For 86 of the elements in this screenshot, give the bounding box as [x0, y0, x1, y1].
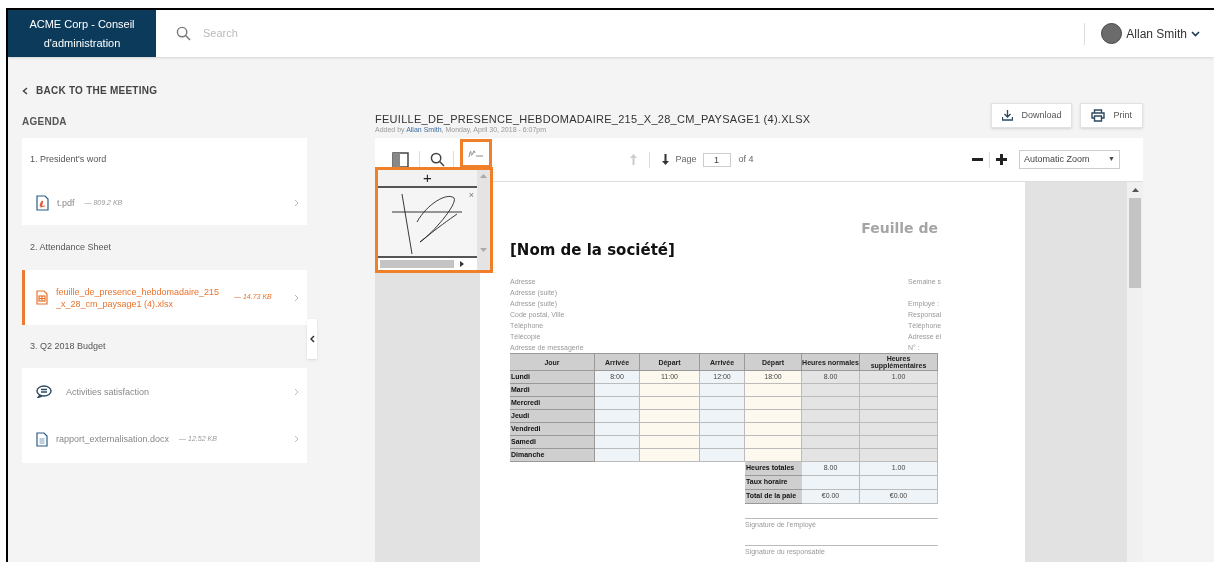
print-button[interactable]: Print: [1080, 103, 1143, 128]
table-cell: [802, 397, 860, 410]
document-title: FEUILLE_DE_PRESENCE_HEBDOMADAIRE_215_X_28_CM_PAYSAGE1 (4).XLSX: [375, 113, 811, 125]
file-name: rapport_externalisation.docx: [56, 433, 170, 445]
table-cell: [640, 423, 700, 436]
file-name: t.pdf: [57, 197, 75, 209]
chevron-right-icon: [294, 387, 299, 396]
file-name: Activities satisfaction: [66, 385, 150, 398]
zoom-out-icon[interactable]: [972, 158, 983, 161]
chevron-down-icon: [1191, 30, 1200, 37]
table-cell: [745, 436, 802, 449]
chevron-right-icon: [294, 199, 299, 207]
table-cell: [700, 384, 745, 397]
scroll-down-icon: [480, 248, 487, 252]
user-menu[interactable]: Allan Smith: [1101, 23, 1200, 44]
chevron-left-icon: [22, 86, 28, 95]
table-cell: [700, 410, 745, 423]
search-field[interactable]: Search: [203, 25, 403, 42]
table-cell: [745, 410, 802, 423]
table-cell: [700, 397, 745, 410]
table-cell: [595, 449, 640, 462]
chevron-right-icon: [294, 435, 299, 443]
table-cell: [595, 410, 640, 423]
table-cell: [595, 436, 640, 449]
avatar: [1101, 23, 1123, 44]
table-cell: [595, 397, 640, 410]
chevron-left-icon: [309, 335, 315, 343]
workspace-title[interactable]: ACME Corp - Conseil d'administration: [8, 10, 156, 57]
scroll-up-icon: [480, 174, 487, 178]
table-cell: [640, 449, 700, 462]
search-icon[interactable]: [430, 152, 445, 167]
signature-card[interactable]: ×: [378, 188, 477, 258]
company-name: [Nom de la société]: [510, 240, 675, 261]
pdf-file-icon: [36, 195, 49, 211]
table-cell: [745, 423, 802, 436]
signature-drawing: [392, 194, 462, 254]
table-cell: [595, 384, 640, 397]
arrow-up-icon[interactable]: [630, 154, 638, 165]
table-cell: [802, 423, 860, 436]
scrollbar-thumb[interactable]: [380, 260, 454, 268]
download-button[interactable]: Download: [991, 103, 1073, 128]
back-link[interactable]: BACK TO THE MEETING: [22, 83, 307, 98]
table-cell: [700, 436, 745, 449]
delete-signature-button[interactable]: ×: [468, 189, 474, 203]
agenda-section: 1. President's word: [22, 138, 307, 181]
arrow-down-icon[interactable]: [662, 154, 670, 165]
table-cell: [802, 449, 860, 462]
table-cell: [802, 384, 860, 397]
table-cell: [640, 384, 700, 397]
agenda-file-row[interactable]: Activities satisfaction: [22, 368, 307, 415]
scroll-up-icon: [1131, 188, 1139, 192]
table-cell: [745, 397, 802, 410]
table-cell: [802, 476, 860, 490]
horizontal-scrollbar[interactable]: [378, 258, 477, 270]
search-icon: [176, 26, 191, 41]
table-cell: [700, 449, 745, 462]
page-label: Page: [675, 152, 697, 166]
table-cell: [640, 410, 700, 423]
scrollbar-thumb[interactable]: [1129, 198, 1141, 288]
zoom-in-icon[interactable]: [996, 154, 1007, 165]
agenda-heading: AGENDA: [22, 115, 68, 129]
page-count: of 4: [738, 152, 754, 166]
sheet-title: Feuille de: [861, 219, 938, 238]
table-cell: [745, 449, 802, 462]
download-icon: [1002, 110, 1014, 121]
signature-icon: [468, 149, 484, 158]
chevron-right-icon: [294, 293, 299, 302]
table-cell: [745, 384, 802, 397]
file-name: feuille_de_presence_hebdomadaire_215_x_28_cm_paysage1 (4).xlsx: [56, 285, 221, 310]
page-number-field[interactable]: 1: [702, 152, 731, 167]
speech-bubble-icon: [36, 385, 52, 398]
table-cell: [802, 436, 860, 449]
document-file-icon: [36, 431, 48, 447]
collapse-handle[interactable]: [307, 319, 317, 359]
table-cell: [640, 397, 700, 410]
table-cell: [700, 423, 745, 436]
spreadsheet-file-icon: [36, 290, 48, 305]
add-signature-button[interactable]: +: [378, 170, 477, 188]
table-cell: [640, 436, 700, 449]
scroll-right-icon: [460, 261, 464, 267]
scrollbar[interactable]: [1127, 182, 1143, 562]
sidebar-toggle-icon[interactable]: [392, 151, 409, 168]
table-cell: [595, 423, 640, 436]
vertical-scrollbar[interactable]: [477, 170, 490, 270]
table-cell: [802, 410, 860, 423]
printer-icon: [1091, 109, 1106, 122]
